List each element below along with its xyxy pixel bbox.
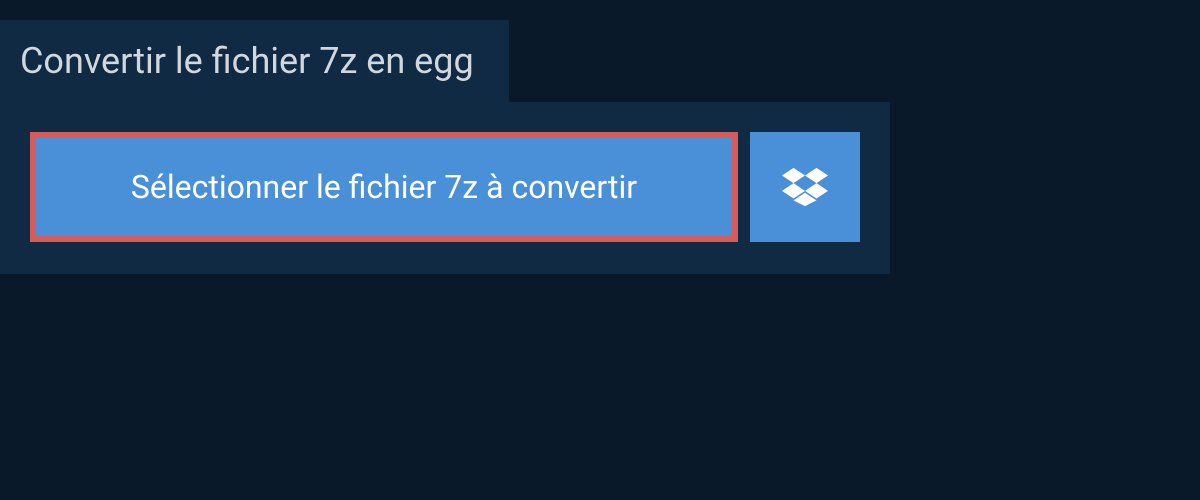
main-container: Convertir le fichier 7z en egg Sélection… xyxy=(0,0,1200,274)
page-title: Convertir le fichier 7z en egg xyxy=(20,40,474,82)
button-row: Sélectionner le fichier 7z à convertir xyxy=(30,132,860,242)
dropbox-icon xyxy=(782,164,828,210)
select-file-label: Sélectionner le fichier 7z à convertir xyxy=(131,168,637,206)
select-file-button[interactable]: Sélectionner le fichier 7z à convertir xyxy=(30,132,738,242)
dropbox-button[interactable] xyxy=(750,132,860,242)
upload-panel: Sélectionner le fichier 7z à convertir xyxy=(0,102,890,274)
title-tab: Convertir le fichier 7z en egg xyxy=(0,20,509,102)
